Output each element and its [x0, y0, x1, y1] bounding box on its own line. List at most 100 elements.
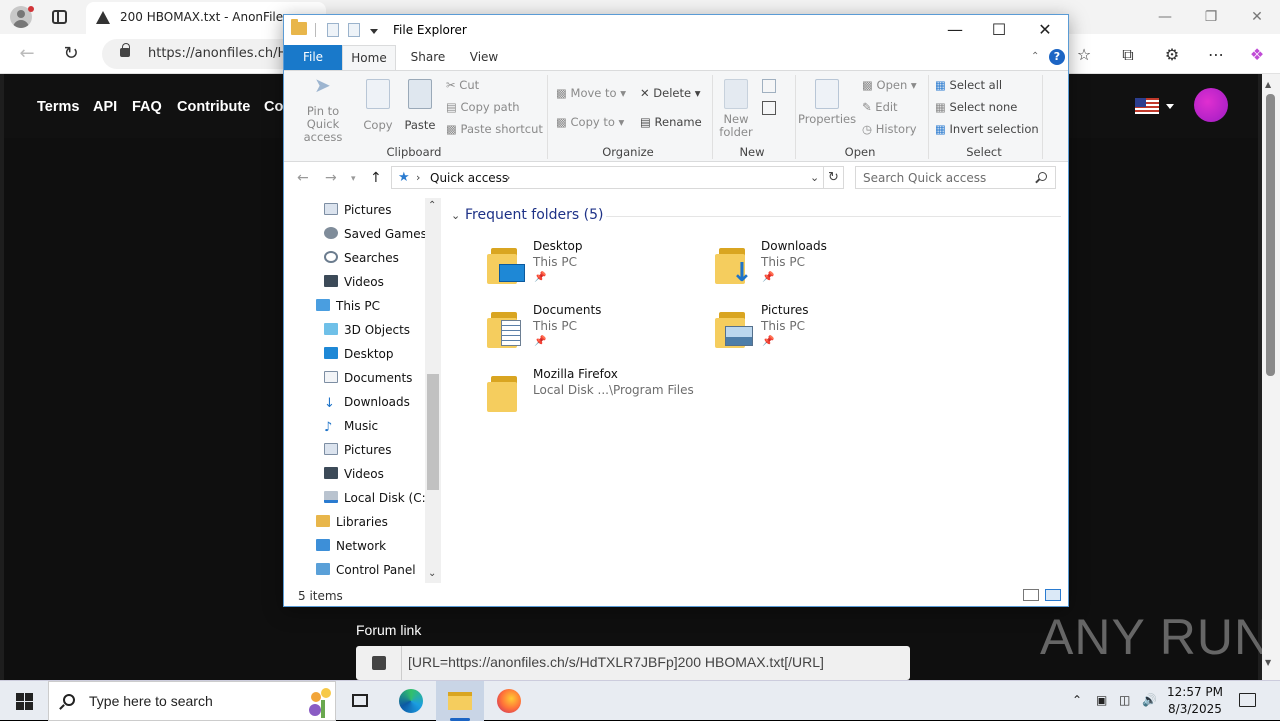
frequent-folders-header[interactable]: Frequent folders (5): [465, 207, 604, 223]
refresh-icon[interactable]: ↻: [58, 42, 84, 66]
nav-scrollbar[interactable]: ⌃ ⌄: [425, 198, 441, 583]
copilot-icon[interactable]: ❖: [1246, 44, 1268, 66]
folder-tile-downloads[interactable]: ↓ Downloads This PC 📌: [715, 238, 935, 294]
page-scroll-thumb[interactable]: [1266, 94, 1275, 376]
tab-home[interactable]: Home: [342, 45, 396, 70]
meet-now-icon[interactable]: ▣: [1096, 693, 1107, 707]
folder-tile-mozilla-firefox[interactable]: Mozilla Firefox Local Disk ...\Program F…: [487, 366, 747, 422]
nav-item-local-disk[interactable]: Local Disk (C:): [324, 487, 430, 509]
nav-faq-link[interactable]: FAQ: [132, 99, 162, 115]
cut-button[interactable]: ✂ Cut: [446, 78, 479, 92]
collapse-chevron-icon[interactable]: ⌄: [451, 209, 460, 222]
nav-item-desktop[interactable]: Desktop: [324, 343, 394, 365]
scroll-down-icon[interactable]: ▼: [1265, 658, 1271, 667]
nav-item-control-panel[interactable]: Control Panel: [316, 559, 416, 581]
breadcrumb-chevron-icon[interactable]: ›: [506, 171, 510, 184]
forum-link-field[interactable]: [URL=https://anonfiles.ch/s/HdTXLR7JBFp]…: [356, 646, 910, 680]
browser-close-button[interactable]: ✕: [1242, 6, 1272, 28]
paste-shortcut-button[interactable]: ▩ Paste shortcut: [446, 122, 543, 136]
browser-restore-button[interactable]: ❐: [1196, 6, 1226, 28]
explorer-refresh-icon[interactable]: ↻: [824, 166, 844, 189]
rename-button[interactable]: ▤ Rename: [640, 115, 702, 129]
paste-button[interactable]: Paste: [400, 79, 440, 132]
new-folder-quick-icon[interactable]: [348, 23, 360, 37]
nav-item-network[interactable]: Network: [316, 535, 386, 557]
nav-item-saved-games[interactable]: Saved Games: [324, 223, 427, 245]
customize-toolbar-icon[interactable]: [370, 29, 378, 34]
show-hidden-icons-icon[interactable]: ⌃: [1072, 693, 1082, 707]
taskbar-file-explorer-button[interactable]: [436, 681, 484, 721]
language-caret-icon[interactable]: [1166, 104, 1174, 109]
explorer-minimize-button[interactable]: —: [932, 15, 978, 45]
minimize-ribbon-icon[interactable]: ⌃: [1031, 51, 1039, 62]
explorer-maximize-button[interactable]: ☐: [976, 15, 1022, 45]
tab-file[interactable]: File: [284, 45, 342, 70]
explorer-address-bar[interactable]: ★ › Quick access › ⌄: [391, 166, 824, 189]
large-icons-view-icon[interactable]: [1045, 589, 1061, 601]
copy-button[interactable]: [356, 646, 402, 680]
explorer-back-icon[interactable]: ←: [297, 170, 309, 186]
scroll-up-icon[interactable]: ▲: [1265, 80, 1271, 89]
open-button[interactable]: ▩ Open ▾: [862, 78, 917, 92]
recent-locations-icon[interactable]: ▾: [351, 174, 356, 184]
nav-terms-link[interactable]: Terms: [37, 99, 79, 115]
address-dropdown-icon[interactable]: ⌄: [810, 171, 819, 184]
tab-actions-icon[interactable]: [52, 10, 67, 24]
folder-tile-desktop[interactable]: Desktop This PC 📌: [487, 238, 707, 294]
nav-scroll-thumb[interactable]: [427, 374, 439, 490]
history-button[interactable]: ◷ History: [862, 122, 917, 136]
nav-item-libraries[interactable]: Libraries: [316, 511, 388, 533]
select-none-button[interactable]: ▦ Select none: [935, 100, 1017, 114]
windows-start-icon[interactable]: [16, 693, 33, 710]
nav-item-3d-objects[interactable]: 3D Objects: [324, 319, 410, 341]
folder-tile-documents[interactable]: Documents This PC 📌: [487, 302, 707, 358]
help-icon[interactable]: ?: [1049, 49, 1065, 65]
nav-item-videos[interactable]: Videos: [324, 271, 384, 293]
extensions-icon[interactable]: ⚙: [1161, 44, 1183, 66]
user-avatar[interactable]: [1194, 88, 1228, 122]
edit-button[interactable]: ✎ Edit: [862, 100, 898, 114]
easy-access-icon[interactable]: [762, 101, 776, 115]
invert-selection-button[interactable]: ▦ Invert selection: [935, 122, 1039, 136]
explorer-search-input[interactable]: Search Quick access: [855, 166, 1056, 189]
properties-button[interactable]: Properties: [798, 79, 856, 126]
nav-item-music[interactable]: ♪ Music: [324, 415, 378, 437]
explorer-close-button[interactable]: ✕: [1022, 15, 1068, 45]
nav-item-videos-pc[interactable]: Videos: [324, 463, 384, 485]
browser-minimize-button[interactable]: —: [1150, 6, 1180, 28]
back-icon[interactable]: ←: [14, 42, 40, 66]
copy-ribbon-button[interactable]: Copy: [360, 79, 396, 132]
nav-item-documents[interactable]: Documents: [324, 367, 412, 389]
explorer-up-icon[interactable]: ↑: [370, 170, 382, 186]
more-menu-icon[interactable]: ⋯: [1205, 44, 1227, 66]
delete-button[interactable]: ✕ Delete ▾: [640, 86, 701, 100]
move-to-button[interactable]: ▩ Move to ▾: [556, 86, 626, 100]
us-flag-icon[interactable]: [1135, 98, 1159, 114]
folder-tile-pictures[interactable]: Pictures This PC 📌: [715, 302, 935, 358]
taskbar-edge-button[interactable]: [387, 681, 435, 721]
properties-quick-icon[interactable]: [327, 23, 339, 37]
task-view-button[interactable]: [336, 681, 384, 721]
nav-contribute-link[interactable]: Contribute: [177, 99, 250, 115]
nav-item-pictures[interactable]: Pictures: [324, 199, 392, 221]
copy-to-button[interactable]: ▩ Copy to ▾: [556, 115, 624, 129]
nav-item-downloads[interactable]: ↓ Downloads: [324, 391, 410, 413]
system-clock[interactable]: 12:57 PM 8/3/2025: [1160, 684, 1230, 718]
tab-view[interactable]: View: [458, 45, 510, 70]
nav-contact-link[interactable]: Co: [264, 99, 283, 115]
forum-link-value[interactable]: [URL=https://anonfiles.ch/s/HdTXLR7JBFp]…: [408, 654, 824, 670]
nav-scroll-up-icon[interactable]: ⌃: [428, 200, 436, 211]
nav-api-link[interactable]: API: [93, 99, 117, 115]
page-scrollbar[interactable]: ▲ ▼: [1262, 74, 1280, 680]
pin-quick-access-button[interactable]: ➤ Pin to Quick access: [290, 75, 356, 144]
favorites-star-icon[interactable]: ☆: [1073, 44, 1095, 66]
collections-icon[interactable]: ⧉: [1117, 44, 1139, 66]
new-item-icon[interactable]: [762, 79, 776, 93]
details-view-icon[interactable]: [1023, 589, 1039, 601]
breadcrumb-chevron-icon[interactable]: ›: [416, 171, 420, 184]
tab-share[interactable]: Share: [402, 45, 454, 70]
taskbar-search-input[interactable]: Type here to search: [48, 681, 336, 721]
nav-item-pictures-pc[interactable]: Pictures: [324, 439, 392, 461]
explorer-forward-icon[interactable]: →: [325, 170, 337, 186]
breadcrumb-quick-access[interactable]: Quick access: [430, 171, 508, 185]
